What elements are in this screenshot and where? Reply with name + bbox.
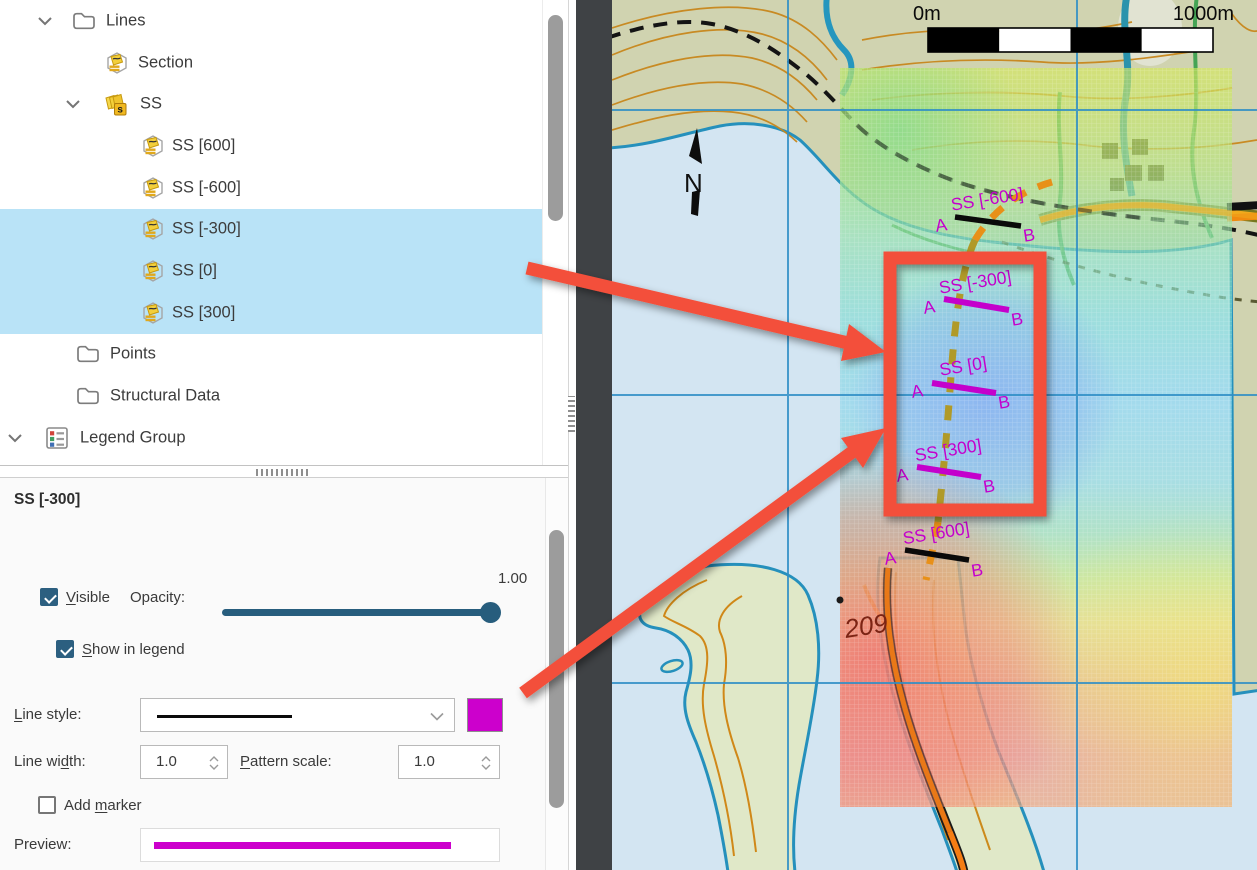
pattern-scale-spinner[interactable]: 1.0	[398, 745, 500, 779]
properties-scrollbar[interactable]	[545, 478, 568, 870]
properties-scrollbar-thumb[interactable]	[549, 530, 564, 808]
map-canvas: 209 SS [-600] A B	[612, 0, 1257, 870]
tree-item-label: Lines	[106, 11, 145, 30]
tree-item-lines[interactable]: Lines	[0, 0, 542, 42]
tree-item-ss-minus300[interactable]: SS [-300]	[0, 209, 542, 251]
opacity-slider-track[interactable]	[222, 609, 500, 616]
line-width-spinner[interactable]: 1.0	[140, 745, 228, 779]
line-width-value[interactable]: 1.0	[156, 753, 177, 770]
add-marker-label[interactable]: Add marker	[64, 797, 142, 814]
spinner-arrows-icon[interactable]	[481, 755, 491, 771]
chevron-down-icon[interactable]	[66, 100, 80, 109]
chevron-down-icon[interactable]	[38, 16, 52, 25]
tree-item-label: SS [600]	[172, 136, 235, 155]
tree-item-label: SS [0]	[172, 262, 217, 281]
pattern-scale-value[interactable]: 1.0	[414, 753, 435, 770]
tree-scrollbar-thumb[interactable]	[548, 15, 563, 221]
tree-item-label: SS	[140, 95, 162, 114]
tree-item-ss-600[interactable]: SS [600]	[0, 125, 542, 167]
chevron-down-icon[interactable]	[8, 433, 22, 442]
line-width-label: Line width:	[14, 753, 86, 770]
visible-label[interactable]: Visible	[66, 589, 110, 606]
tree-item-ss-0[interactable]: SS [0]	[0, 250, 542, 292]
panel-gap	[568, 0, 576, 870]
scale-bar-right-label: 1000m	[1173, 3, 1234, 25]
line-style-dropdown[interactable]	[140, 698, 455, 732]
section-icon	[104, 50, 130, 76]
tree-item-label: Section	[138, 53, 193, 72]
svg-text:s: s	[117, 105, 123, 116]
tree-item-ss-300[interactable]: SS [300]	[0, 292, 542, 334]
opacity-value: 1.00	[498, 570, 527, 587]
add-marker-checkbox[interactable]	[38, 796, 56, 814]
section-icon	[140, 258, 166, 284]
section-icon	[140, 175, 166, 201]
horizontal-splitter-handle[interactable]	[256, 469, 310, 476]
section-stack-icon: s	[102, 91, 128, 117]
spinner-arrows-icon[interactable]	[209, 755, 219, 771]
preview-label: Preview:	[14, 836, 72, 853]
tree-item-ss-minus600[interactable]: SS [-600]	[0, 167, 542, 209]
preview-line	[154, 842, 451, 849]
scale-bar-left-label: 0m	[913, 3, 941, 25]
tree-item-ss-group[interactable]: s SS	[0, 83, 542, 125]
tree-item-label: Legend Group	[80, 428, 186, 447]
tree-item-legend-group[interactable]: Legend Group	[0, 417, 542, 459]
line-style-label: Line style:	[14, 706, 82, 723]
section-icon	[140, 216, 166, 242]
tree-item-structural-data[interactable]: Structural Data	[0, 375, 542, 417]
section-icon	[140, 133, 166, 159]
legend-group-icon	[46, 427, 68, 449]
pattern-scale-label: Pattern scale:	[240, 753, 332, 770]
properties-title: SS [-300]	[14, 491, 80, 509]
map-point	[837, 597, 844, 604]
tree-item-label: SS [300]	[172, 303, 235, 322]
tree-item-label: SS [-300]	[172, 220, 241, 239]
section-icon	[140, 300, 166, 326]
opacity-label: Opacity:	[130, 589, 185, 606]
properties-panel: SS [-300] Visible Opacity: 1.00 Show in …	[0, 477, 568, 870]
chevron-down-icon	[430, 712, 444, 721]
preview-box	[140, 828, 500, 862]
tree-item-label: SS [-600]	[172, 178, 241, 197]
show-in-legend-label[interactable]: Show in legend	[82, 641, 185, 658]
panel-divider-bar	[576, 0, 612, 870]
folder-icon	[76, 386, 100, 407]
tree-scrollbar[interactable]	[542, 0, 568, 465]
tree-item-points[interactable]: Points	[0, 334, 542, 376]
application-window: Lines Section s SS SS [600] SS [-600] SS…	[0, 0, 1257, 870]
visible-checkbox[interactable]	[40, 588, 58, 606]
line-style-sample	[157, 715, 292, 718]
line-color-swatch[interactable]	[467, 698, 503, 732]
map-viewport[interactable]: 209 SS [-600] A B	[612, 0, 1257, 870]
layers-tree: Lines Section s SS SS [600] SS [-600] SS…	[0, 0, 568, 466]
opacity-slider-handle[interactable]	[480, 602, 501, 623]
vertical-splitter-handle[interactable]	[568, 396, 575, 432]
tree-item-section[interactable]: Section	[0, 42, 542, 84]
folder-icon	[76, 344, 100, 365]
folder-icon	[72, 10, 96, 31]
show-in-legend-checkbox[interactable]	[56, 640, 74, 658]
tree-item-label: Structural Data	[110, 387, 220, 406]
tree-item-label: Points	[110, 345, 156, 364]
